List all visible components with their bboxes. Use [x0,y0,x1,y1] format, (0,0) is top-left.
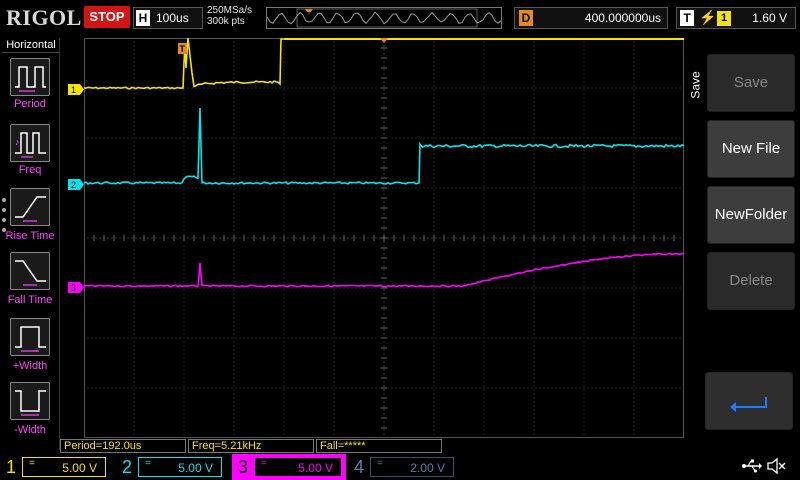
channel-1-number: 1 [5,457,16,477]
channel-4-coupling: = [377,458,383,469]
channel-4-number: 4 [353,457,364,477]
channel-3-marker[interactable]: 3 [68,282,84,294]
acquisition-info: 250MSa/s 300k pts [207,5,252,27]
delay-value: 400.000000us [584,11,661,25]
channel-3-marker-label: 3 [71,283,76,293]
usb-icon [742,459,762,473]
rigol-logo: RIGOL [6,5,82,30]
measure-positive-width-button[interactable] [10,318,50,356]
trigger-source: 1 [717,11,731,26]
sample-rate: 250MSa/s [207,5,253,16]
memory-depth: 300k pts [207,16,245,27]
channel-3-status[interactable]: 3 = 5.00 V [232,454,346,480]
new-file-button[interactable]: New File [707,120,795,178]
measure-panel-title: Horizontal [2,39,60,53]
frequency-icon: ♪ [15,132,46,158]
measure-period-label: Period [14,98,46,110]
timebase-value: 100us [156,11,189,25]
waveform-display[interactable]: T [84,38,684,438]
channel-2-marker[interactable]: 2 [68,179,84,191]
memory-overview-waveform: T [266,8,502,28]
delete-button[interactable]: Delete [707,252,795,310]
trigger-position-marker[interactable]: T [178,43,187,54]
channel-1-coupling: = [29,458,35,469]
rising-edge-icon: ⚡ [699,9,717,25]
horizontal-delay-indicator[interactable]: D 400.000000us [514,7,668,29]
measurement-frequency: Freq=5.21kHz [188,439,314,453]
channel-2-status[interactable]: 2 = 5.00 V [116,454,230,480]
measure-frequency-button[interactable]: ♪ [10,124,50,162]
delay-badge: D [519,10,533,26]
memory-overview-strip: T [266,7,502,29]
measure-panel: Horizontal Period ♪ Freq Rise Time Fall … [0,38,60,450]
trigger-badge: T [680,10,694,26]
save-menu-title-container: Save [688,38,704,450]
channel-2-marker-label: 2 [71,180,76,190]
channel-2-scale: 5.00 V [178,461,213,475]
horizontal-badge: H [136,10,150,26]
positive-width-icon [15,326,46,352]
channel-2-number: 2 [121,457,132,477]
measurement-period: Period=192.0us [60,439,186,453]
negative-width-icon [15,390,46,416]
channel-1-marker[interactable]: 1 [68,84,84,96]
measurement-fall-time: Fall=***** [316,439,442,453]
channel-3-coupling: = [261,458,267,469]
channel-1-marker-label: 1 [71,85,76,95]
channel-3-number: 3 [237,457,248,477]
period-icon [15,66,46,92]
measure-frequency-label: Freq [18,164,42,176]
fall-time-icon [15,260,46,286]
svg-text:♪: ♪ [15,137,20,147]
channel-3-scale: 5.00 V [298,461,333,475]
measure-negative-width-button[interactable] [10,382,50,420]
channel-2-coupling: = [145,458,151,469]
new-folder-button[interactable]: NewFolder [707,186,795,244]
run-stop-indicator[interactable]: STOP [84,6,130,28]
trigger-level: 1.60 V [752,11,787,25]
measure-period-button[interactable] [10,58,50,96]
channel-1-status[interactable]: 1 = 5.00 V [0,454,114,480]
measure-fall-time-label: Fall Time [7,294,53,306]
measure-negative-width-label: -Width [14,424,46,436]
timebase-indicator[interactable]: H 100us [133,7,203,29]
measure-positive-width-label: +Width [12,360,48,372]
trigger-position-label: T [180,44,186,54]
channel-bar: 1 = 5.00 V 2 = 5.00 V 3 = 5.00 V 4 = 2.0… [0,454,800,480]
channel-4-status[interactable]: 4 = 2.00 V [348,454,462,480]
return-arrow-icon [730,397,767,412]
trigger-indicator[interactable]: T ⚡ 1 1.60 V [676,7,796,29]
back-button[interactable] [705,372,793,430]
speaker-muted-icon[interactable] [766,457,786,475]
measure-fall-time-button[interactable] [10,252,50,290]
top-status-bar: RIGOL STOP H 100us 250MSa/s 300k pts T D… [0,0,800,38]
save-menu-title: Save [688,71,703,99]
rise-time-icon [15,196,46,222]
channel-1-scale: 5.00 V [62,461,97,475]
measure-rise-time-label: Rise Time [5,230,55,242]
overview-trigger-marker: T [306,12,311,19]
channel-4-scale: 2.00 V [410,461,445,475]
measure-rise-time-button[interactable] [10,188,50,226]
save-button[interactable]: Save [707,54,795,112]
